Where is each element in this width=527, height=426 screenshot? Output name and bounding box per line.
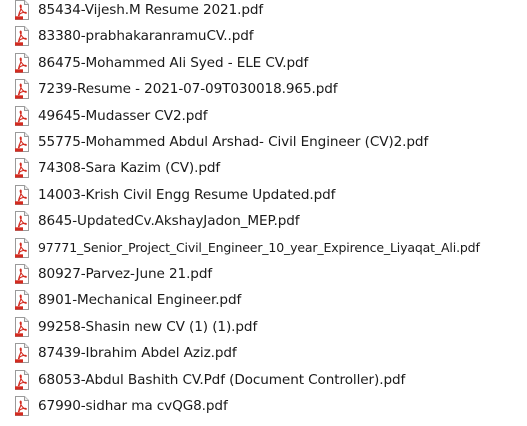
pdf-file-icon	[15, 105, 29, 126]
file-name[interactable]: 85434-Vijesh.M Resume 2021.pdf	[38, 0, 263, 24]
file-name[interactable]: 14003-Krish Civil Engg Resume Updated.pd…	[38, 183, 335, 209]
file-name[interactable]: 74308-Sara Kazim (CV).pdf	[38, 156, 220, 182]
file-name[interactable]: 8901-Mechanical Engineer.pdf	[38, 288, 241, 314]
pdf-file-icon	[15, 26, 29, 47]
file-name[interactable]: 7239-Resume - 2021-07-09T030018.965.pdf	[38, 77, 338, 103]
file-row[interactable]: 8901-Mechanical Engineer.pdf	[0, 288, 527, 314]
pdf-file-icon	[15, 264, 29, 284]
file-row[interactable]: 74308-Sara Kazim (CV).pdf	[0, 156, 527, 182]
file-name[interactable]: 83380-prabhakaranramuCV..pdf	[38, 24, 254, 50]
pdf-file-icon	[15, 290, 29, 311]
file-name[interactable]: 80927-Parvez-June 21.pdf	[38, 262, 212, 288]
file-row[interactable]: 67990-sidhar ma cvQG8.pdf	[0, 394, 527, 420]
pdf-file-icon	[15, 52, 29, 73]
file-name[interactable]: 67990-sidhar ma cvQG8.pdf	[38, 394, 228, 420]
pdf-file-icon	[15, 237, 29, 258]
pdf-file-icon	[15, 211, 29, 232]
file-row[interactable]: 97771_Senior_Project_Civil_Engineer_10_y…	[0, 236, 527, 262]
file-row[interactable]: 8645-UpdatedCv.AkshayJadon_MEP.pdf	[0, 209, 527, 235]
file-row[interactable]: 55775-Mohammed Abdul Arshad- Civil Engin…	[0, 130, 527, 156]
file-row[interactable]: 49645-Mudasser CV2.pdf	[0, 104, 527, 130]
file-row[interactable]: 85434-Vijesh.M Resume 2021.pdf	[0, 0, 527, 24]
file-name[interactable]: 8645-UpdatedCv.AkshayJadon_MEP.pdf	[38, 209, 300, 235]
pdf-file-icon	[15, 396, 29, 416]
file-row[interactable]: 87439-Ibrahim Abdel Aziz.pdf	[0, 341, 527, 367]
file-name[interactable]: 49645-Mudasser CV2.pdf	[38, 104, 208, 130]
file-name[interactable]: 68053-Abdul Bashith CV.Pdf (Document Con…	[38, 368, 405, 394]
file-row[interactable]: 68053-Abdul Bashith CV.Pdf (Document Con…	[0, 368, 527, 394]
file-name[interactable]: 86475-Mohammed Ali Syed - ELE CV.pdf	[38, 51, 308, 77]
file-row[interactable]: 14003-Krish Civil Engg Resume Updated.pd…	[0, 183, 527, 209]
pdf-file-icon	[15, 79, 29, 100]
pdf-file-icon	[15, 343, 29, 364]
file-row[interactable]: 80927-Parvez-June 21.pdf	[0, 262, 527, 288]
file-row[interactable]: 99258-Shasin new CV (1) (1).pdf	[0, 315, 527, 341]
file-name[interactable]: 87439-Ibrahim Abdel Aziz.pdf	[38, 341, 237, 367]
pdf-file-icon	[15, 184, 29, 205]
file-row[interactable]: 83380-prabhakaranramuCV..pdf	[0, 24, 527, 50]
pdf-file-icon	[15, 369, 29, 390]
pdf-file-icon	[15, 132, 29, 152]
file-name[interactable]: 97771_Senior_Project_Civil_Engineer_10_y…	[38, 236, 480, 262]
pdf-file-icon	[15, 316, 29, 337]
file-row[interactable]: 7239-Resume - 2021-07-09T030018.965.pdf	[0, 77, 527, 103]
pdf-file-icon	[15, 158, 29, 179]
file-name[interactable]: 99258-Shasin new CV (1) (1).pdf	[38, 315, 257, 341]
pdf-file-icon	[15, 0, 29, 20]
file-name[interactable]: 55775-Mohammed Abdul Arshad- Civil Engin…	[38, 130, 428, 156]
file-row[interactable]: 86475-Mohammed Ali Syed - ELE CV.pdf	[0, 51, 527, 77]
